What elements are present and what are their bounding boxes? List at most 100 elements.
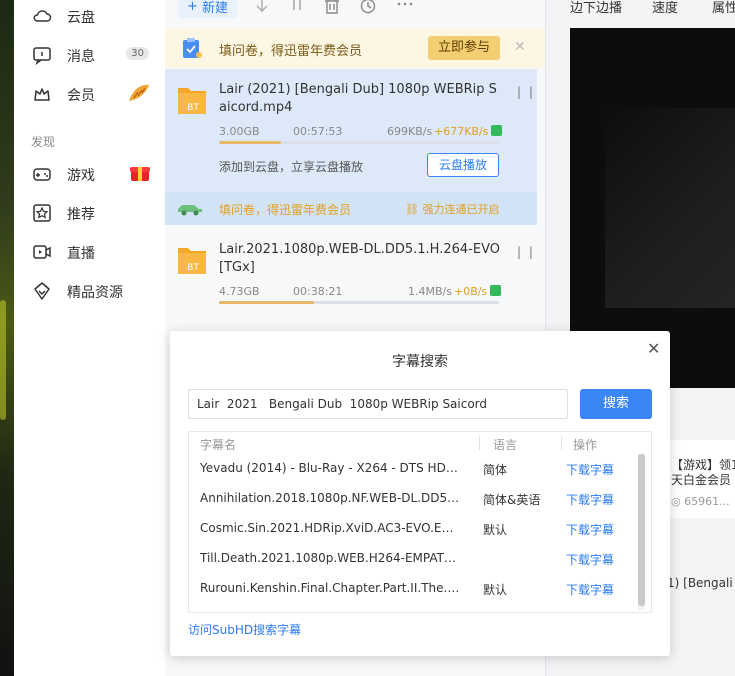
- progress-bar: [219, 301, 499, 304]
- task-boost-speed: +677KB/s: [434, 125, 503, 138]
- download-icon[interactable]: [253, 0, 271, 16]
- sidebar-item-label: 消息: [67, 49, 95, 65]
- pause-icon[interactable]: | |: [517, 245, 535, 259]
- dialog-title: 字幕搜索: [392, 354, 448, 370]
- subtitle-search-input[interactable]: [188, 389, 568, 419]
- subtitle-language: 简体: [483, 463, 508, 477]
- sidebar-item-resources[interactable]: 精品资源: [14, 276, 165, 306]
- survey-promo-banner: 填问卷，得迅雷年费会员 立即参与 ✕: [165, 28, 545, 68]
- subtitle-name: Yevadu (2014) - Blu-Ray - X264 - DTS HDM…: [200, 461, 462, 475]
- desktop-wallpaper-strip: [0, 0, 14, 676]
- pause-icon[interactable]: [288, 0, 306, 16]
- task-promo-text[interactable]: 填问卷，得迅雷年费会员: [219, 201, 351, 218]
- subtitle-language: 默认: [483, 583, 508, 597]
- sidebar-item-label: 云盘: [67, 10, 95, 26]
- plus-icon: +: [187, 0, 198, 14]
- sidebar-item-label: 推荐: [67, 207, 95, 223]
- tab-speed[interactable]: 速度: [652, 0, 678, 16]
- gamepad-icon: [33, 168, 51, 181]
- task-size: 3.00GB: [219, 125, 260, 138]
- crown-icon: [34, 88, 50, 101]
- tab-properties[interactable]: 属性: [712, 0, 735, 16]
- bt-file-icon: BT: [178, 248, 206, 274]
- close-icon[interactable]: ✕: [514, 39, 526, 55]
- sidebar-item-games[interactable]: 游戏: [14, 159, 165, 189]
- eye-icon: ◎: [671, 495, 685, 508]
- sidebar-item-messages[interactable]: 消息 30: [14, 40, 165, 70]
- sidebar-item-live[interactable]: 直播: [14, 237, 165, 267]
- pause-icon[interactable]: | |: [517, 85, 535, 99]
- download-subtitle-link[interactable]: 下载字幕: [566, 521, 614, 538]
- subtitle-name: Annihilation.2018.1080p.NF.WEB-DL.DD5.1.…: [200, 491, 462, 505]
- ad-view-count-value: 65961...: [684, 495, 730, 508]
- sidebar-item-cloud[interactable]: 云盘: [14, 1, 165, 31]
- close-icon[interactable]: ✕: [647, 339, 660, 358]
- cloud-icon: [33, 10, 52, 22]
- boost-value: +0B/s: [454, 285, 488, 298]
- download-subtitle-link[interactable]: 下载字幕: [566, 461, 614, 478]
- column-divider: [479, 436, 480, 450]
- subtitle-language: 默认: [483, 523, 508, 537]
- task-file-name: Lair (2021) [Bengali Dub] 1080p WEBRip S…: [219, 82, 497, 115]
- bt-file-icon: BT: [178, 88, 206, 114]
- download-subtitle-link[interactable]: 下载字幕: [566, 491, 614, 508]
- table-row: Rurouni.Kenshin.Final.Chapter.Part.II.Th…: [189, 572, 637, 602]
- download-task[interactable]: BT Lair.2021.1080p.WEB-DL.DD5.1.H.264-EV…: [165, 229, 537, 309]
- subtitle-search-dialog: 字幕搜索 ✕ 搜索 字幕名 语言 操作 Yevadu (2014) - Blu-…: [170, 331, 670, 656]
- delete-icon[interactable]: [323, 0, 341, 16]
- progress-fill: [219, 301, 315, 304]
- subtitle-name: Cosmic.Sin.2021.HDRip.XviD.AC3-EVO.EN&..…: [200, 521, 462, 535]
- progress-fill: [219, 141, 281, 144]
- tab-play-while-downloading[interactable]: 边下边播: [570, 0, 622, 16]
- task-speed: 699KB/s: [387, 125, 433, 138]
- task-boost-speed: +0B/s: [454, 285, 502, 298]
- sidebar-item-label: 会员: [67, 88, 95, 104]
- sidebar-item-label: 直播: [67, 246, 95, 262]
- message-count-badge: 30: [126, 47, 149, 60]
- subhd-search-link[interactable]: 访问SubHD搜索字幕: [188, 621, 301, 638]
- table-row: Till.Death.2021.1080p.WEB.H264-EMPATHY..…: [189, 542, 637, 572]
- column-divider: [561, 436, 562, 450]
- section-title-discover: 发现: [31, 135, 56, 149]
- subtitle-results-table: 字幕名 语言 操作 Yevadu (2014) - Blu-Ray - X264…: [188, 431, 652, 613]
- task-file-name: Lair.2021.1080p.WEB-DL.DD5.1.H.264-EVO[T…: [219, 242, 500, 275]
- join-now-button[interactable]: 立即参与: [428, 36, 500, 60]
- task-size: 4.73GB: [219, 285, 260, 298]
- svg-text:BT: BT: [187, 263, 199, 273]
- sidebar-item-vip[interactable]: 会员: [14, 79, 165, 109]
- table-row: Cosmic.Sin.2021.HDRip.XviD.AC3-EVO.EN&..…: [189, 512, 637, 542]
- download-subtitle-link[interactable]: 下载字幕: [566, 551, 614, 568]
- list-toolbar: + 新建: [165, 0, 545, 20]
- new-task-button[interactable]: + 新建: [178, 0, 237, 18]
- cloud-play-button[interactable]: 云盘播放: [427, 153, 499, 177]
- star-icon: [33, 204, 51, 222]
- subtitle-name: Rurouni.Kenshin.Final.Chapter.Part.II.Th…: [200, 581, 462, 595]
- new-task-label: 新建: [201, 0, 228, 16]
- gift-box-icon: [130, 167, 150, 181]
- strong-connect-status: ⛓ 强力连通已开启: [405, 201, 499, 217]
- clock-icon[interactable]: [359, 0, 377, 16]
- progress-bar: [219, 141, 499, 144]
- ad-view-count: ◎ 65961...: [671, 495, 730, 508]
- link-icon: ⛓: [405, 203, 423, 216]
- svg-text:BT: BT: [187, 103, 199, 113]
- scrollbar-thumb[interactable]: [638, 454, 645, 606]
- live-video-icon: [33, 245, 51, 259]
- subtitle-language: 简体&英语: [483, 493, 541, 507]
- more-icon[interactable]: [396, 0, 414, 16]
- accelerate-icon: [490, 285, 502, 296]
- sidebar-item-label: 游戏: [67, 168, 95, 184]
- search-button[interactable]: 搜索: [580, 389, 652, 419]
- table-row: Annihilation.2018.1080p.NF.WEB-DL.DD5.1.…: [189, 482, 637, 512]
- column-header-name: 字幕名: [200, 438, 237, 452]
- sidebar-item-recommend[interactable]: 推荐: [14, 198, 165, 228]
- download-subtitle-link[interactable]: 下载字幕: [566, 581, 614, 598]
- boost-value: +677KB/s: [434, 125, 489, 138]
- message-icon: [33, 47, 51, 65]
- download-task-selected[interactable]: BT Lair (2021) [Bengali Dub] 1080p WEBRi…: [165, 69, 537, 225]
- ad-title-line2: 天白金会员: [671, 473, 732, 487]
- promo-text: 填问卷，得迅雷年费会员: [219, 44, 363, 59]
- task-speed: 1.4MB/s: [408, 285, 452, 298]
- car-icon: [178, 205, 202, 216]
- cloud-hint-text: 添加到云盘，立享云盘播放: [219, 160, 364, 174]
